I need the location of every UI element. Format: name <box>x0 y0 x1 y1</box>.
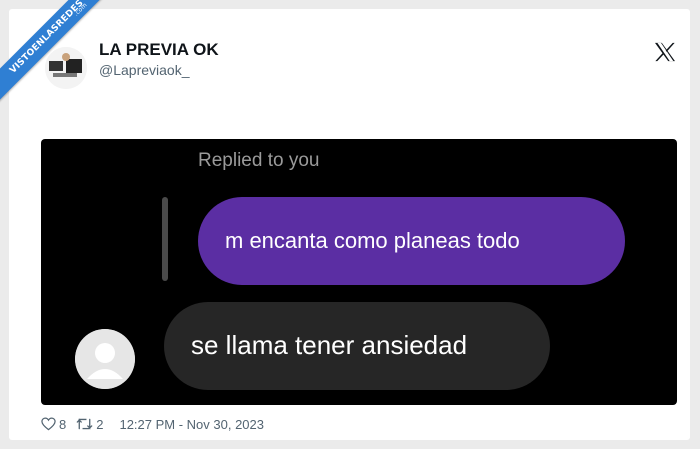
watermark-ribbon: VISTOENLASREDES .com <box>0 0 120 120</box>
tweet-footer: 8 2 12:27 PM - Nov 30, 2023 <box>41 415 264 433</box>
retweet-icon <box>76 418 93 430</box>
reply-indicator-bar <box>162 197 168 281</box>
like-stat[interactable]: 8 <box>41 417 66 432</box>
tweet-media-image[interactable]: Replied to you m encanta como planeas to… <box>41 139 677 405</box>
replied-label: Replied to you <box>198 150 320 171</box>
watermark-text: VISTOENLASREDES .com <box>0 0 115 105</box>
x-logo-icon[interactable] <box>654 42 676 62</box>
heart-icon <box>41 417 56 431</box>
like-count: 8 <box>59 416 67 432</box>
quoted-message-bubble: m encanta como planeas todo <box>198 197 625 285</box>
default-user-icon <box>75 329 135 389</box>
retweet-stat[interactable]: 2 <box>76 417 103 432</box>
tweet-timestamp[interactable]: 12:27 PM - Nov 30, 2023 <box>119 417 264 432</box>
reply-avatar <box>75 329 135 389</box>
reply-message-bubble: se llama tener ansiedad <box>164 302 550 390</box>
retweet-count: 2 <box>96 416 104 432</box>
